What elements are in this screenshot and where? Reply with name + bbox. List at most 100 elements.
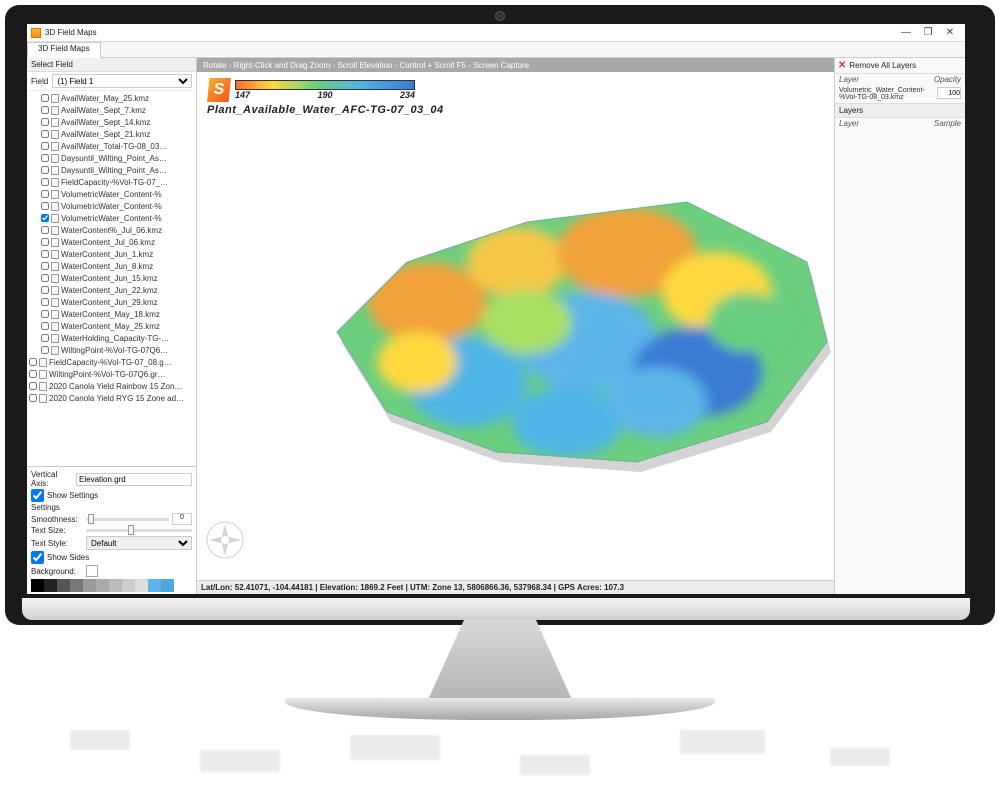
tree-item-label: WaterContent_Jun_29.kmz xyxy=(61,298,158,307)
tree-item[interactable]: AvailWater_Total-TG-08_03… xyxy=(41,140,196,152)
tree-item-label: WiltingPoint-%Vol-TG-07Q6.gr… xyxy=(49,370,165,379)
tree-checkbox[interactable] xyxy=(41,106,49,114)
tree-checkbox[interactable] xyxy=(41,286,49,294)
tree-item[interactable]: WaterContent_May_25.kmz xyxy=(41,320,196,332)
tree-checkbox[interactable] xyxy=(41,334,49,342)
tree-item[interactable]: WaterContent_Jun_29.kmz xyxy=(41,296,196,308)
maximize-button[interactable]: ❐ xyxy=(917,27,939,38)
show-settings-checkbox[interactable] xyxy=(31,489,44,502)
decorative-scatter xyxy=(0,720,1000,812)
legend-max: 234 xyxy=(400,90,415,100)
palette-swatch[interactable] xyxy=(96,579,109,592)
vertical-axis-input[interactable] xyxy=(76,473,192,486)
tree-item[interactable]: AvailWater_Sept_14.kmz xyxy=(41,116,196,128)
tree-checkbox[interactable] xyxy=(29,358,37,366)
tree-checkbox[interactable] xyxy=(41,190,49,198)
opacity-column-header: Opacity xyxy=(927,75,961,84)
palette-swatch[interactable] xyxy=(31,579,44,592)
tree-checkbox[interactable] xyxy=(41,94,49,102)
minimize-button[interactable]: — xyxy=(895,27,917,38)
field-select[interactable]: (1) Field 1 xyxy=(52,74,192,88)
tree-checkbox[interactable] xyxy=(29,370,37,378)
tree-item[interactable]: WaterContent_Jun_15.kmz xyxy=(41,272,196,284)
tree-item[interactable]: WaterContent_May_18.kmz xyxy=(41,308,196,320)
tab-3d-field-maps[interactable]: 3D Field Maps xyxy=(27,42,101,58)
tree-item[interactable]: WaterHolding_Capacity-TG-… xyxy=(41,332,196,344)
remove-icon: ✕ xyxy=(838,60,846,71)
tree-item-label: WaterHolding_Capacity-TG-… xyxy=(61,334,169,343)
right-panel: ✕ Remove All Layers Layer Opacity Volume… xyxy=(835,58,965,594)
terrain-surface xyxy=(267,142,834,502)
file-icon xyxy=(51,298,59,307)
tree-item[interactable]: AvailWater_Sept_21.kmz xyxy=(41,128,196,140)
smoothness-value[interactable]: 0 xyxy=(172,513,192,525)
tree-item[interactable]: WaterContent%_Jul_06.kmz xyxy=(41,224,196,236)
smoothness-slider[interactable] xyxy=(86,518,169,521)
tree-item[interactable]: Daysuntil_Wilting_Point_As… xyxy=(41,152,196,164)
palette-swatch[interactable] xyxy=(83,579,96,592)
tree-checkbox[interactable] xyxy=(41,142,49,150)
tree-item[interactable]: WiltingPoint-%Vol-TG-07Q6… xyxy=(41,344,196,356)
tree-item[interactable]: VolumetricWater_Content-% xyxy=(41,200,196,212)
palette-swatch[interactable] xyxy=(135,579,148,592)
background-swatch[interactable] xyxy=(86,565,98,577)
tree-checkbox[interactable] xyxy=(41,262,49,270)
tree-checkbox[interactable] xyxy=(41,178,49,186)
palette-swatch[interactable] xyxy=(161,579,174,592)
tree-item[interactable]: Daysuntil_Wilting_Point_As… xyxy=(41,164,196,176)
tree-checkbox[interactable] xyxy=(29,382,37,390)
palette-swatch[interactable] xyxy=(57,579,70,592)
tree-checkbox[interactable] xyxy=(41,346,49,354)
tree-item-label: WaterContent%_Jul_06.kmz xyxy=(61,226,162,235)
tree-checkbox[interactable] xyxy=(41,202,49,210)
tree-item[interactable]: WaterContent_Jun_1.kmz xyxy=(41,248,196,260)
tree-item[interactable]: WaterContent_Jul_06.kmz xyxy=(41,236,196,248)
tree-group-item[interactable]: 2020 Canola Yield Rainbow 15 Zon… xyxy=(29,380,196,392)
show-sides-checkbox[interactable] xyxy=(31,551,44,564)
text-style-select[interactable]: Default xyxy=(86,536,192,550)
tree-item[interactable]: WaterContent_Jun_22.kmz xyxy=(41,284,196,296)
file-icon xyxy=(39,382,47,391)
tree-checkbox[interactable] xyxy=(41,154,49,162)
tree-checkbox[interactable] xyxy=(41,130,49,138)
tree-item[interactable]: VolumetricWater_Content-% xyxy=(41,212,196,224)
tree-item[interactable]: WaterContent_Jun_8.kmz xyxy=(41,260,196,272)
layer-tree[interactable]: AvailWater_May_25.kmzAvailWater_Sept_7.k… xyxy=(27,91,196,466)
palette-swatch[interactable] xyxy=(148,579,161,592)
tree-checkbox[interactable] xyxy=(41,250,49,258)
tree-checkbox[interactable] xyxy=(41,214,49,222)
tree-checkbox[interactable] xyxy=(41,118,49,126)
palette-swatch[interactable] xyxy=(109,579,122,592)
remove-all-layers-button[interactable]: ✕ Remove All Layers xyxy=(835,58,965,74)
tree-item[interactable]: FieldCapacity-%Vol-TG-07_… xyxy=(41,176,196,188)
tree-checkbox[interactable] xyxy=(41,298,49,306)
palette-swatch[interactable] xyxy=(122,579,135,592)
opacity-input[interactable] xyxy=(937,87,961,99)
tree-checkbox[interactable] xyxy=(29,394,37,402)
active-layer-row[interactable]: Volumetric_Water_Content-%Vol-TG-08_03.k… xyxy=(835,85,965,103)
tree-group-item[interactable]: FieldCapacity-%Vol-TG-07_08.g… xyxy=(29,356,196,368)
canvas-3d[interactable]: 147 190 234 Plant_Available_Water_AFC-TG… xyxy=(197,72,834,580)
tree-item[interactable]: VolumetricWater_Content-% xyxy=(41,188,196,200)
show-sides-label: Show Sides xyxy=(47,553,89,562)
compass-icon xyxy=(205,520,245,560)
viewport: Rotate - Right-Click and Drag Zoom - Scr… xyxy=(197,58,835,594)
window-titlebar: 3D Field Maps — ❐ ✕ xyxy=(27,24,965,42)
text-size-slider[interactable] xyxy=(86,529,192,532)
palette-swatch[interactable] xyxy=(70,579,83,592)
tree-item[interactable]: AvailWater_Sept_7.kmz xyxy=(41,104,196,116)
tree-checkbox[interactable] xyxy=(41,166,49,174)
show-settings-label: Show Settings xyxy=(47,491,98,500)
tree-checkbox[interactable] xyxy=(41,322,49,330)
tree-checkbox[interactable] xyxy=(41,226,49,234)
close-button[interactable]: ✕ xyxy=(939,27,961,38)
legend-min: 147 xyxy=(235,90,250,100)
tree-checkbox[interactable] xyxy=(41,274,49,282)
tree-checkbox[interactable] xyxy=(41,310,49,318)
tree-checkbox[interactable] xyxy=(41,238,49,246)
palette-swatch[interactable] xyxy=(44,579,57,592)
tree-group-item[interactable]: 2020 Canola Yield RYG 15 Zone ad… xyxy=(29,392,196,404)
tree-item-label: FieldCapacity-%Vol-TG-07_… xyxy=(61,178,168,187)
tree-item[interactable]: AvailWater_May_25.kmz xyxy=(41,92,196,104)
tree-group-item[interactable]: WiltingPoint-%Vol-TG-07Q6.gr… xyxy=(29,368,196,380)
